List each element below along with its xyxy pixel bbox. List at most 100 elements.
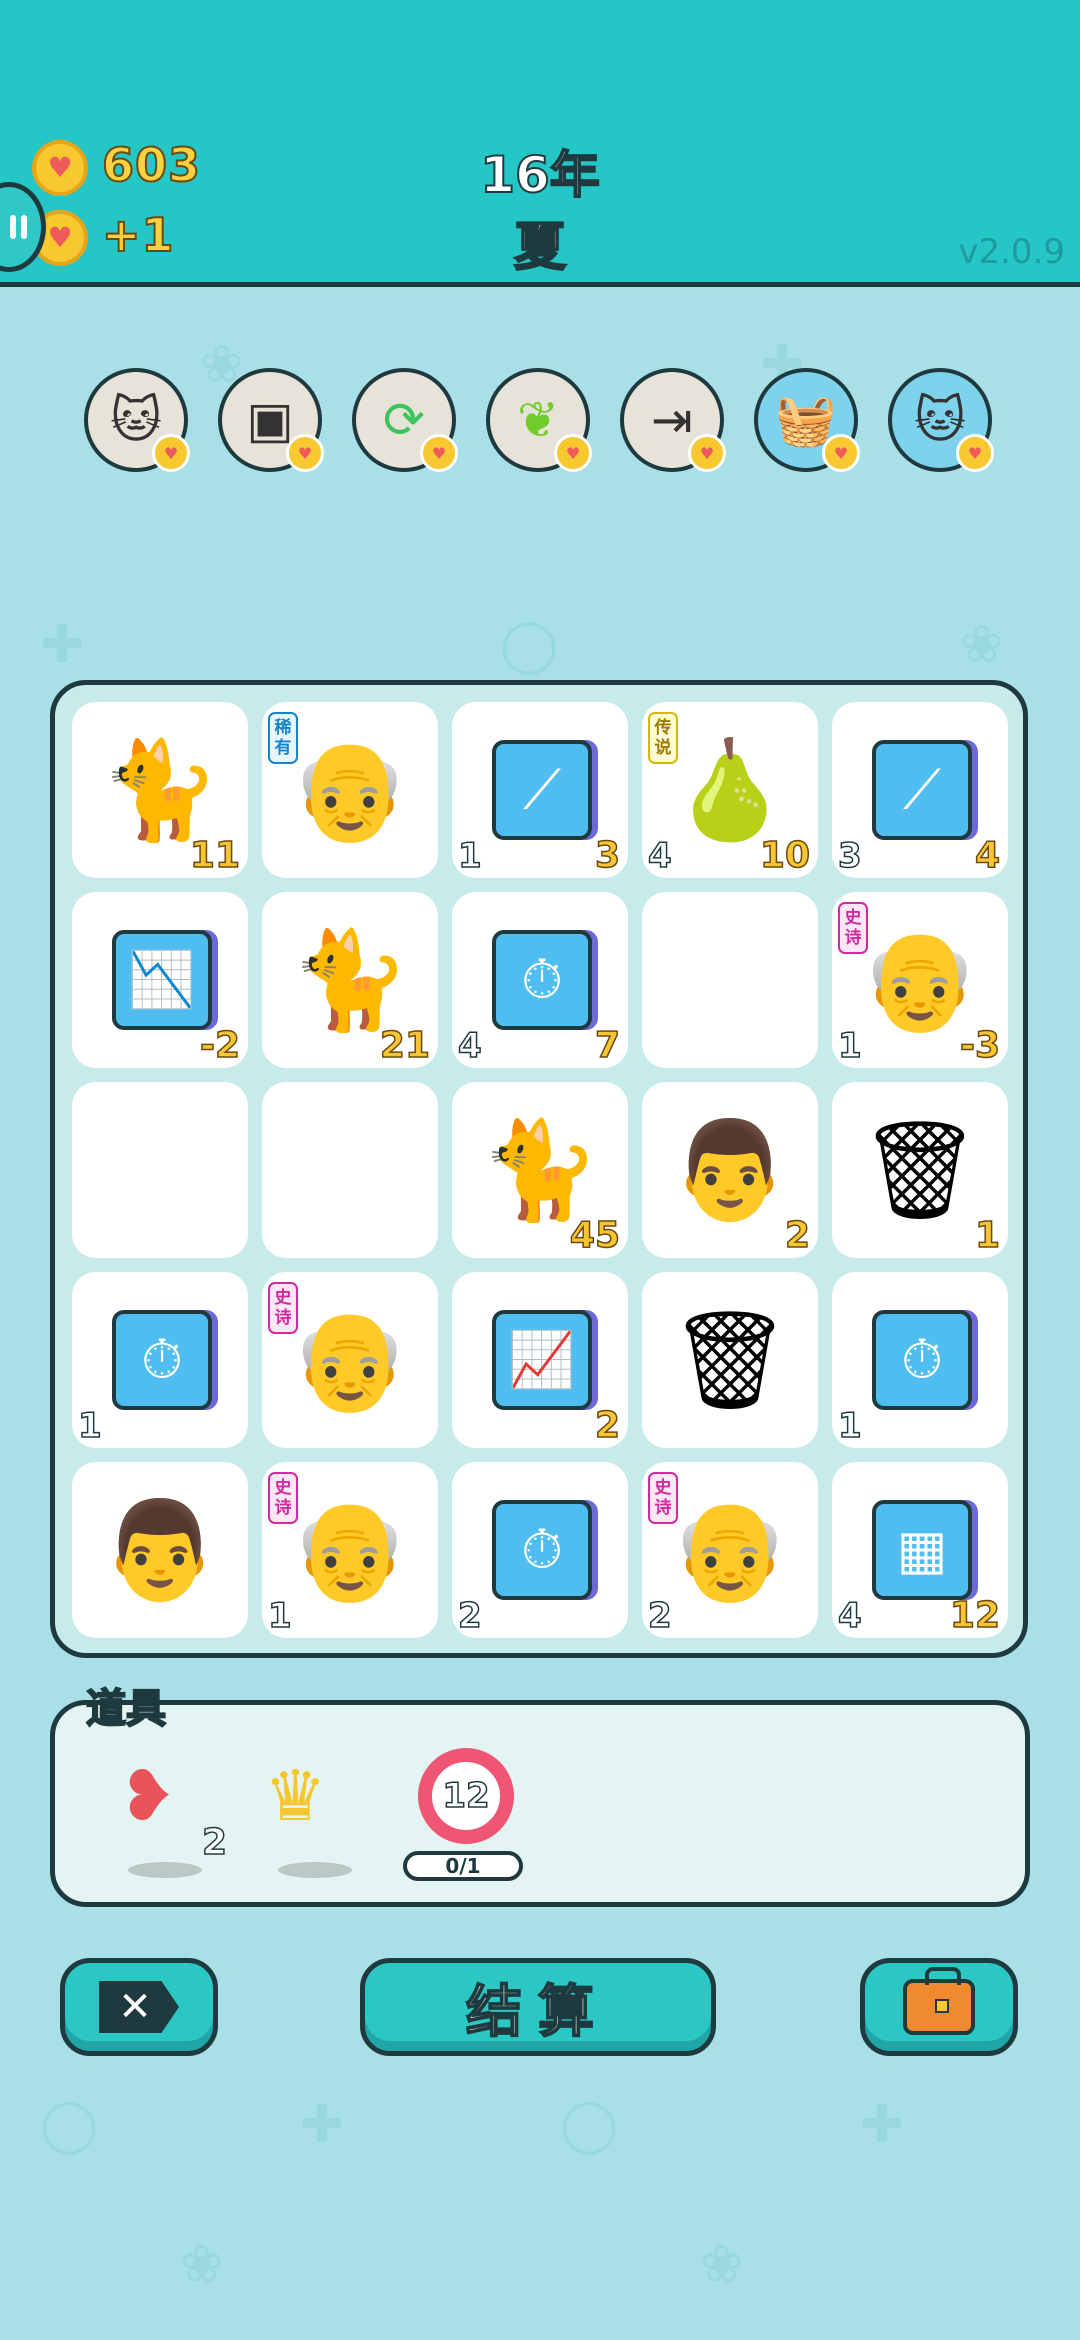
liver-count: 2 (201, 1821, 228, 1864)
item-value: 11 (189, 834, 241, 877)
board-cell[interactable]: 👨 2 (642, 1082, 818, 1258)
board-cell[interactable]: ⟋ 1 3 (452, 702, 628, 878)
item-counter: 4 (837, 1595, 862, 1637)
board-cell[interactable]: ▦ 4 12 (832, 1462, 1008, 1638)
timer-number: 12 (442, 1775, 491, 1817)
bag-button[interactable] (860, 1958, 1018, 2056)
briefcase-icon (903, 1967, 975, 2035)
stopwatch-icon: ⏱ (492, 1500, 592, 1600)
board-cell[interactable]: 🗑 (642, 1272, 818, 1448)
timer-progress: 0/1 (403, 1851, 523, 1881)
crown-icon[interactable]: ♛ (264, 1755, 327, 1837)
heart-badge-icon: ♥ (956, 434, 994, 472)
board-cell[interactable]: 👴 史诗 1 -3 (832, 892, 1008, 1068)
item-value: -2 (199, 1024, 241, 1067)
rarity-badge: 传说 (648, 712, 678, 764)
item-value: 7 (594, 1024, 621, 1067)
cat-icon[interactable]: 🐱 ♥ (888, 368, 994, 472)
timer-icon[interactable]: 12 (418, 1748, 514, 1844)
refresh-arrows-icon[interactable]: ⟳ ♥ (352, 368, 458, 472)
heart-badge-icon: ♥ (286, 434, 324, 472)
gold-bars-icon: ▦ (872, 1500, 972, 1600)
stopwatch-icon: ⏱ (492, 930, 592, 1030)
year-label: 16年 (479, 145, 601, 205)
empty-board-cell[interactable] (262, 1082, 438, 1258)
item-counter: 1 (457, 835, 482, 877)
rarity-badge: 史诗 (648, 1472, 678, 1524)
season-label: 夏 (513, 217, 567, 279)
item-value: 21 (379, 1024, 431, 1067)
item-counter: 1 (77, 1405, 102, 1447)
item-board: 🐈 11 👴 稀有 ⟋ 1 3 🍐 传说 4 10 ⟋ 3 4 📉 -2 🐈 21 ⏱ 4 7 👴 史诗 1 -3 🐈 45 👨 2 🗑 1… (50, 680, 1028, 1658)
item-counter: 1 (837, 1405, 862, 1447)
rising-chart-icon: 📈 (492, 1310, 592, 1410)
settle-label: 结算 (465, 1979, 610, 2046)
top-bar: ♥ 603 ♥ +1 16年 夏 v2.0.9 (0, 0, 1080, 287)
liver-icon[interactable]: ❥ (118, 1755, 177, 1837)
item-counter: 3 (837, 835, 862, 877)
board-cell[interactable]: 👴 稀有 (262, 702, 438, 878)
tool-shadow (128, 1862, 202, 1878)
empty-board-cell[interactable] (642, 892, 818, 1068)
board-cell[interactable]: 👴 史诗 1 (262, 1462, 438, 1638)
rarity-badge: 史诗 (268, 1472, 298, 1524)
rarity-badge: 史诗 (268, 1282, 298, 1334)
tools-panel (50, 1700, 1030, 1907)
board-cell[interactable]: 👴 史诗 (262, 1272, 438, 1448)
item-value: -3 (959, 1024, 1001, 1067)
rarity-badge: 史诗 (838, 902, 868, 954)
empty-board-cell[interactable] (72, 1082, 248, 1258)
skip-x-icon: ✕ (99, 1981, 179, 2033)
settle-button[interactable]: 结算 (360, 1958, 716, 2056)
board-cell[interactable]: 🍐 传说 4 10 (642, 702, 818, 878)
tools-title: 道具 (85, 1685, 167, 1733)
stopwatch-icon: ⏱ (872, 1310, 972, 1410)
board-cell[interactable]: ⏱ 1 (832, 1272, 1008, 1448)
item-counter: 1 (267, 1595, 292, 1637)
skip-button[interactable]: ✕ (60, 1958, 218, 2056)
bald-man-glasses-icon: 👨 (100, 1494, 220, 1606)
heart-badge-icon: ♥ (420, 434, 458, 472)
fruit-basket-icon[interactable]: 🧺 ♥ (754, 368, 860, 472)
board-cell[interactable]: 📉 -2 (72, 892, 248, 1068)
board-cell[interactable]: 🗑 1 (832, 1082, 1008, 1258)
board-cell[interactable]: 🐈 11 (72, 702, 248, 878)
heart-badge-icon: ♥ (152, 434, 190, 472)
rarity-badge: 稀有 (268, 712, 298, 764)
heart-badge-icon: ♥ (822, 434, 860, 472)
leaf-icon[interactable]: ❦ ♥ (486, 368, 592, 472)
item-value: 4 (974, 834, 1001, 877)
trend-up-icon: ⟋ (872, 740, 972, 840)
item-value: 12 (949, 1594, 1001, 1637)
stopwatch-icon: ⏱ (112, 1310, 212, 1410)
heart-badge-icon: ♥ (554, 434, 592, 472)
item-value: 2 (594, 1404, 621, 1447)
item-value: 1 (974, 1214, 1001, 1257)
board-cell[interactable]: 🐈 21 (262, 892, 438, 1068)
item-counter: 1 (837, 1025, 862, 1067)
item-counter: 2 (457, 1595, 482, 1637)
board-cell[interactable]: ⏱ 2 (452, 1462, 628, 1638)
heart-badge-icon: ♥ (688, 434, 726, 472)
garbage-bag-icon: 🗑 (669, 1304, 791, 1416)
board-cell[interactable]: ⏱ 4 7 (452, 892, 628, 1068)
board-cell[interactable]: 📈 2 (452, 1272, 628, 1448)
board-cell[interactable]: ⟋ 3 4 (832, 702, 1008, 878)
trend-up-icon: ⟋ (492, 740, 592, 840)
twin-cats-icon[interactable]: 🐱 ♥ (84, 368, 190, 472)
version-label: v2.0.9 (958, 232, 1065, 272)
skip-to-end-icon[interactable]: ⇥ ♥ (620, 368, 726, 472)
board-cell[interactable]: 🐈 45 (452, 1082, 628, 1258)
item-counter: 2 (647, 1595, 672, 1637)
board-cell[interactable]: 👴 史诗 2 (642, 1462, 818, 1638)
item-counter: 4 (647, 835, 672, 877)
item-value: 2 (784, 1214, 811, 1257)
board-cell[interactable]: ⏱ 1 (72, 1272, 248, 1448)
falling-chart-icon: 📉 (112, 930, 212, 1030)
item-value: 10 (759, 834, 811, 877)
board-cell[interactable]: 👨 (72, 1462, 248, 1638)
tool-shadow (278, 1862, 352, 1878)
sugar-cubes-icon[interactable]: ▣ ♥ (218, 368, 324, 472)
item-counter: 4 (457, 1025, 482, 1067)
item-value: 45 (569, 1214, 621, 1257)
